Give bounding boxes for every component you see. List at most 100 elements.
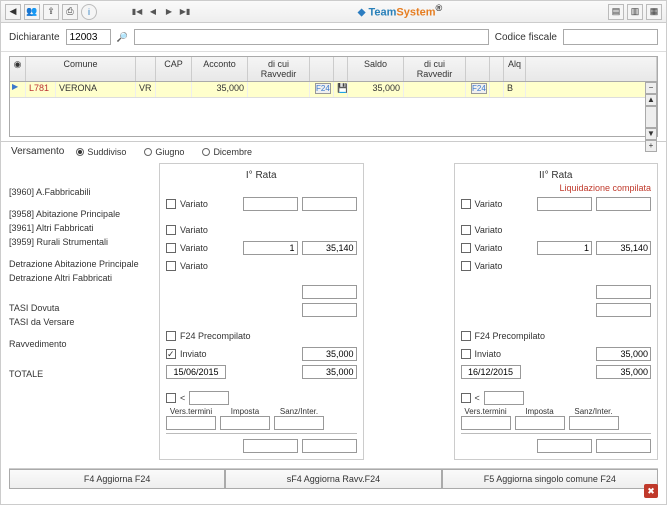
r2-v3[interactable] xyxy=(596,241,651,255)
rata2-panel: II° Rata Liquidazione compilata Variato … xyxy=(454,163,659,460)
r1-det1[interactable] xyxy=(302,285,357,299)
grid-col-comune[interactable]: Comune xyxy=(26,57,136,81)
grid-col-f24b[interactable] xyxy=(466,57,490,81)
nav-first-icon[interactable]: ▮◀ xyxy=(130,5,144,19)
tb-people-icon[interactable]: 👥 xyxy=(24,4,40,20)
grid-col-ic1[interactable] xyxy=(334,57,348,81)
tb-doc3-icon[interactable]: ▦ xyxy=(646,4,662,20)
grid-col-rav1[interactable]: di cui Ravvedir xyxy=(248,57,310,81)
r2-variato4[interactable] xyxy=(461,261,471,271)
r2-lt-v[interactable] xyxy=(484,391,524,405)
nav-next-icon[interactable]: ▶ xyxy=(162,5,176,19)
r1-det2[interactable] xyxy=(302,303,357,317)
r2-sum1[interactable] xyxy=(461,416,511,430)
cell-acconto: 35,000 xyxy=(192,82,248,97)
r1-v1[interactable] xyxy=(302,197,357,211)
btn-aggiorna-ravv[interactable]: sF4 Aggiorna Ravv.F24 xyxy=(225,469,441,489)
r1-variato1[interactable] xyxy=(166,199,176,209)
scroll-down-icon[interactable]: ▼ xyxy=(645,128,657,140)
versamento-label: Versamento xyxy=(11,146,64,157)
r1-sum3[interactable] xyxy=(274,416,324,430)
r1-q3[interactable] xyxy=(243,241,298,255)
radio-suddiviso[interactable]: Suddiviso xyxy=(76,147,126,157)
r2-variato1[interactable] xyxy=(461,199,471,209)
grid-col-alq[interactable]: Alq xyxy=(504,57,526,81)
r2-date[interactable] xyxy=(461,365,521,379)
r2-det2[interactable] xyxy=(596,303,651,317)
dichiarante-input[interactable] xyxy=(66,29,111,45)
r2-v1[interactable] xyxy=(596,197,651,211)
r2-q3[interactable] xyxy=(537,241,592,255)
btn-aggiorna-f24[interactable]: F4 Aggiorna F24 xyxy=(9,469,225,489)
r1-v3[interactable] xyxy=(302,241,357,255)
r1-sum1[interactable] xyxy=(166,416,216,430)
scroll-plus-icon[interactable]: + xyxy=(645,140,657,152)
r1-dovuta[interactable] xyxy=(302,347,357,361)
save-icon[interactable]: 💾 xyxy=(334,82,348,97)
lookup-icon[interactable]: 🔎 xyxy=(117,32,128,43)
versamento-row: Versamento Suddiviso Giugno Dicembre xyxy=(1,141,666,161)
r1-variato3[interactable] xyxy=(166,243,176,253)
dichiarante-name-input[interactable] xyxy=(134,29,489,45)
grid-col-prov[interactable] xyxy=(136,57,156,81)
cf-label: Codice fiscale xyxy=(495,32,557,43)
r2-variato3[interactable] xyxy=(461,243,471,253)
cell-ic2 xyxy=(490,82,504,97)
r2-f24pre[interactable] xyxy=(461,331,471,341)
tb-print-icon[interactable]: ⎙ xyxy=(62,4,78,20)
grid-col-f24a[interactable] xyxy=(310,57,334,81)
scroll-up-icon[interactable]: ▲ xyxy=(645,94,657,106)
r1-variato4[interactable] xyxy=(166,261,176,271)
r1-lt-v[interactable] xyxy=(189,391,229,405)
lbl-tasi2: TASI da Versare xyxy=(9,315,159,329)
r2-dovuta[interactable] xyxy=(596,347,651,361)
grid-col-cap[interactable]: CAP xyxy=(156,57,192,81)
r2-tot1[interactable] xyxy=(537,439,592,453)
btn-aggiorna-singolo[interactable]: F5 Aggiorna singolo comune F24 xyxy=(442,469,658,489)
r2-lt[interactable] xyxy=(461,393,471,403)
r2-inviato[interactable] xyxy=(461,349,471,359)
tb-info-icon[interactable]: i xyxy=(81,4,97,20)
r2-sum2[interactable] xyxy=(515,416,565,430)
tb-back-icon[interactable]: ◀ xyxy=(5,4,21,20)
cell-f24a[interactable]: F24 xyxy=(315,83,331,94)
cell-rav2 xyxy=(404,82,466,97)
r1-tot1[interactable] xyxy=(243,439,298,453)
r1-versare[interactable] xyxy=(302,365,357,379)
grid-row[interactable]: ▶ L781 VERONA VR 35,000 F24 💾 35,000 F24… xyxy=(10,82,657,98)
r2-tot2[interactable] xyxy=(596,439,651,453)
r1-lt[interactable] xyxy=(166,393,176,403)
r1-variato2[interactable] xyxy=(166,225,176,235)
cell-f24b[interactable]: F24 xyxy=(471,83,487,94)
r1-inviato[interactable] xyxy=(166,349,176,359)
grid-col-ic2[interactable] xyxy=(490,57,504,81)
tb-doc1-icon[interactable]: ▤ xyxy=(608,4,624,20)
r1-tot2[interactable] xyxy=(302,439,357,453)
r2-sum3[interactable] xyxy=(569,416,619,430)
nav-prev-icon[interactable]: ◀ xyxy=(146,5,160,19)
tb-doc2-icon[interactable]: ▥ xyxy=(627,4,643,20)
grid-col-rav2[interactable]: di cui Ravvedir xyxy=(404,57,466,81)
lbl-rurali: [3959] Rurali Strumentali xyxy=(9,235,159,249)
r2-det1[interactable] xyxy=(596,285,651,299)
r2-variato2[interactable] xyxy=(461,225,471,235)
grid-col-acconto[interactable]: Acconto xyxy=(192,57,248,81)
scroll-minus-icon[interactable]: − xyxy=(645,82,657,94)
r1-q1[interactable] xyxy=(243,197,298,211)
close-icon[interactable]: ✖ xyxy=(644,484,658,498)
cf-input[interactable] xyxy=(563,29,658,45)
r2-q1[interactable] xyxy=(537,197,592,211)
r2-versare[interactable] xyxy=(596,365,651,379)
scroll-thumb[interactable] xyxy=(645,106,657,128)
radio-dicembre[interactable]: Dicembre xyxy=(202,147,252,157)
grid-col-saldo[interactable]: Saldo xyxy=(348,57,404,81)
radio-giugno[interactable]: Giugno xyxy=(144,147,184,157)
r1-f24pre[interactable] xyxy=(166,331,176,341)
cell-prov: VR xyxy=(136,82,156,97)
nav-last-icon[interactable]: ▶▮ xyxy=(178,5,192,19)
lbl-afabb: [3960] A.Fabbricabili xyxy=(9,185,159,199)
tb-export-icon[interactable]: ⇪ xyxy=(43,4,59,20)
r1-date[interactable] xyxy=(166,365,226,379)
r1-sum2[interactable] xyxy=(220,416,270,430)
header-filter-row: Dichiarante 🔎 Codice fiscale xyxy=(1,23,666,52)
